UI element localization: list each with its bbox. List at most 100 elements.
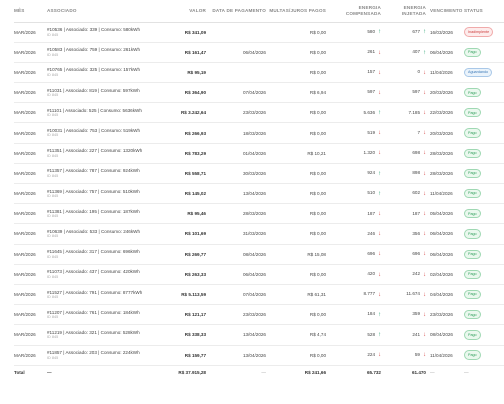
injetada-value: 696	[412, 250, 420, 256]
compensada-value: 420	[367, 271, 375, 277]
table-row[interactable]: MAR/2026 #11073 | Associado: 437 | Consum…	[14, 264, 504, 285]
cell-associado[interactable]: #10536 | Associado: 339 | Consumo: 580kW…	[42, 22, 162, 43]
table-row[interactable]: MAR/2026 #11207 | Associado: 761 | Consum…	[14, 304, 504, 326]
cell-associado[interactable]: #11101 | Associado: 525 | Consumo: 5636k…	[42, 102, 162, 124]
column-header-compensada[interactable]: ENERGIA COMPENSADA	[326, 0, 381, 23]
injetada-value: 359	[412, 311, 420, 317]
status-badge[interactable]: Pago	[464, 88, 481, 98]
cell-status: Pago	[464, 345, 504, 366]
column-header-valor[interactable]: VALOR	[162, 0, 206, 23]
status-badge[interactable]: Pago	[464, 269, 481, 279]
cell-compensada: 580 ↑	[326, 22, 381, 43]
status-badge[interactable]: Pago	[464, 310, 481, 320]
cell-mes: MAR/2026	[14, 42, 42, 63]
column-header-data-pagamento[interactable]: DATA DE PAGAMENTO	[206, 0, 266, 23]
cell-associado[interactable]: #10639 | Associado: 533 | Consumo: 246kW…	[42, 223, 162, 245]
status-badge[interactable]: Pago	[464, 168, 481, 178]
cell-associado[interactable]: #11073 | Associado: 437 | Consumo: 420kW…	[42, 264, 162, 285]
column-header-status[interactable]: STATUS	[464, 0, 504, 23]
cell-associado[interactable]: #10583 | Associado: 759 | Consumo: 261kW…	[42, 42, 162, 63]
associado-id: ID 845	[47, 254, 59, 259]
cell-injetada: 407 ↑	[381, 42, 426, 63]
column-header-vencimento[interactable]: VENCIMENTO	[426, 0, 464, 23]
cell-vencimento: 11/04/2026	[426, 345, 464, 366]
status-badge[interactable]: Pago	[464, 249, 481, 259]
cell-injetada: 0 ↓	[381, 62, 426, 84]
cell-associado[interactable]: #10765 | Associado: 325 | Consumo: 157kW…	[42, 62, 162, 84]
compensada-value: 5.636	[363, 109, 376, 115]
associado-id: ID 845	[47, 315, 59, 320]
cell-vencimento: 16/03/2026	[426, 22, 464, 43]
status-badge[interactable]: Pago	[464, 289, 481, 300]
table-row[interactable]: MAR/2026 #10639 | Associado: 533 | Consum…	[14, 223, 504, 245]
table-row[interactable]: MAR/2026 #11031 | Associado: 819 | Consum…	[14, 82, 504, 104]
injetada-value: 11.674	[406, 291, 420, 297]
cell-valor: R$ 783,29	[162, 143, 206, 164]
arrow-down-icon: ↓	[378, 150, 381, 157]
cell-associado[interactable]: #11645 | Associado: 317 | Consumo: 696kW…	[42, 244, 162, 265]
status-badge[interactable]: Pago	[464, 229, 481, 239]
cell-vencimento: 05/04/2026	[426, 203, 464, 225]
status-badge[interactable]: Aguardando	[464, 67, 493, 78]
table-row[interactable]: MAR/2026 #11219 | Associado: 321 | Consum…	[14, 324, 504, 346]
table-row[interactable]: MAR/2026 #11857 | Associado: 203 | Consum…	[14, 345, 504, 366]
status-badge[interactable]: Pago	[464, 148, 481, 158]
cell-associado[interactable]: #11207 | Associado: 761 | Consumo: 184kW…	[42, 304, 162, 326]
cell-mes: MAR/2026	[14, 203, 42, 225]
table-row[interactable]: MAR/2026 #10583 | Associado: 759 | Consum…	[14, 42, 504, 63]
cell-associado[interactable]: #11857 | Associado: 203 | Consumo: 224kW…	[42, 345, 162, 366]
cell-associado[interactable]: #11351 | Associado: 227 | Consumo: 1320k…	[42, 143, 162, 164]
associado-id: ID 845	[47, 93, 59, 98]
arrow-up-icon: ↑	[378, 110, 381, 117]
column-header-multas[interactable]: MULTAS/JUROS PAGOS	[266, 0, 326, 23]
status-badge[interactable]: Inadimplente	[464, 27, 494, 37]
cell-compensada: 924 ↑	[326, 163, 381, 185]
associado-id: ID 845	[47, 355, 59, 360]
cell-data-pagamento: 06/04/2026	[206, 264, 266, 285]
status-badge[interactable]: Pago	[464, 209, 481, 219]
table-row[interactable]: MAR/2026 #10765 | Associado: 325 | Consum…	[14, 62, 504, 84]
cell-data-pagamento: 06/04/2026	[206, 42, 266, 63]
table-row[interactable]: MAR/2026 #10031 | Associado: 753 | Consum…	[14, 122, 504, 144]
cell-associado[interactable]: #11031 | Associado: 819 | Consumo: 597kW…	[42, 82, 162, 104]
cell-injetada: 241 ↓	[381, 324, 426, 346]
status-badge[interactable]: Pago	[464, 47, 481, 57]
cell-associado[interactable]: #10031 | Associado: 753 | Consumo: 519kW…	[42, 122, 162, 144]
injetada-value: 898	[412, 170, 420, 176]
table-row[interactable]: MAR/2026 #11101 | Associado: 525 | Consum…	[14, 102, 504, 124]
table-row[interactable]: MAR/2026 #11369 | Associado: 757 | Consum…	[14, 183, 504, 205]
status-badge[interactable]: Pago	[464, 108, 481, 118]
arrow-up-icon: ↑	[423, 49, 426, 56]
cell-valor: R$ 121,17	[162, 304, 206, 326]
table-row[interactable]: MAR/2026 #10536 | Associado: 339 | Consum…	[14, 22, 504, 43]
table-row[interactable]: MAR/2026 #11645 | Associado: 317 | Consum…	[14, 244, 504, 265]
status-badge[interactable]: Pago	[464, 350, 481, 360]
cell-data-pagamento: 13/04/2026	[206, 324, 266, 346]
status-badge[interactable]: Pago	[464, 188, 481, 199]
injetada-value: 7	[417, 129, 420, 135]
table-row[interactable]: MAR/2026 #11381 | Associado: 195 | Consum…	[14, 203, 504, 225]
arrow-down-icon: ↓	[423, 311, 426, 318]
status-badge[interactable]: Pago	[464, 330, 481, 340]
status-badge[interactable]: Pago	[464, 128, 481, 138]
cell-associado[interactable]: #11381 | Associado: 195 | Consumo: 187kW…	[42, 203, 162, 225]
cell-injetada: 11.674 ↓	[381, 284, 426, 306]
column-header-mes[interactable]: MÊS	[14, 0, 42, 23]
column-header-injetada[interactable]: ENERGIA INJETADA	[381, 0, 426, 23]
cell-mes: MAR/2026	[14, 122, 42, 144]
column-header-associado[interactable]: ASSOCIADO	[42, 0, 162, 23]
cell-associado[interactable]: #11219 | Associado: 321 | Consumo: 528kW…	[42, 324, 162, 346]
arrow-down-icon: ↓	[378, 271, 381, 278]
table-row[interactable]: MAR/2026 #11351 | Associado: 227 | Consum…	[14, 143, 504, 164]
compensada-value: 510	[367, 190, 375, 196]
cell-associado[interactable]: #11527 | Associado: 791 | Consumo: 8777k…	[42, 284, 162, 306]
cell-multas: R$ 0,00	[266, 304, 326, 326]
cell-associado[interactable]: #11369 | Associado: 757 | Consumo: 510kW…	[42, 183, 162, 205]
cell-associado[interactable]: #11357 | Associado: 787 | Consumo: 924kW…	[42, 163, 162, 185]
cell-vencimento: 11/04/2026	[426, 62, 464, 84]
arrow-down-icon: ↓	[378, 251, 381, 258]
cell-multas: R$ 0,00	[266, 122, 326, 144]
cell-valor: R$ 338,33	[162, 324, 206, 346]
table-row[interactable]: MAR/2026 #11357 | Associado: 787 | Consum…	[14, 163, 504, 185]
table-row[interactable]: MAR/2026 #11527 | Associado: 791 | Consum…	[14, 284, 504, 306]
